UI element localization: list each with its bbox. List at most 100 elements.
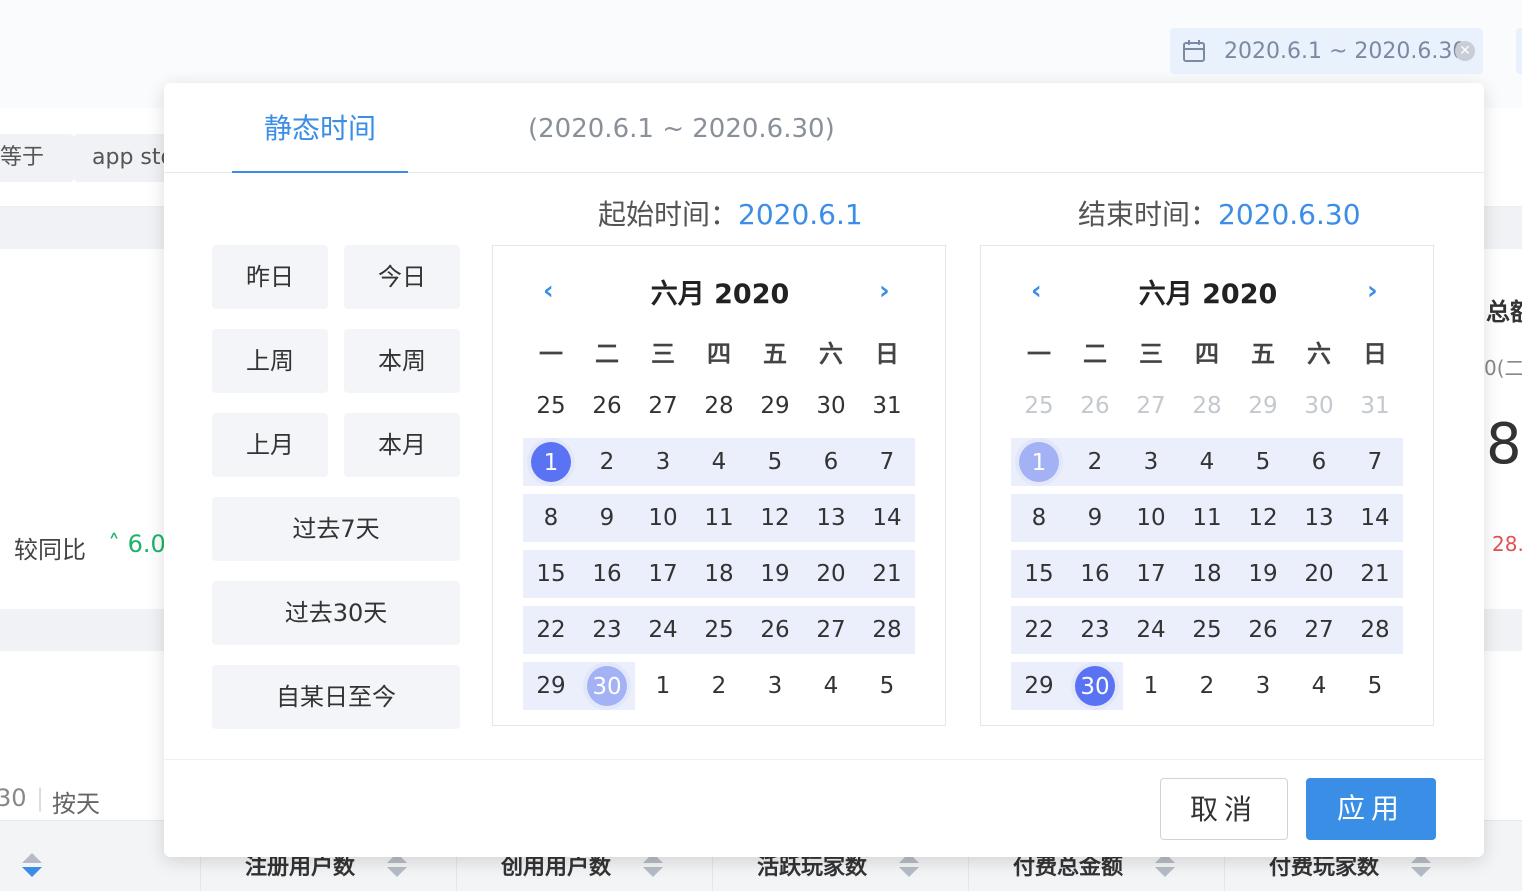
calendar-day[interactable]: 31 xyxy=(1347,382,1403,430)
calendar-day[interactable]: 30 xyxy=(1291,382,1347,430)
calendar-day[interactable]: 12 xyxy=(1235,494,1291,542)
calendar-day[interactable]: 29 xyxy=(1011,662,1067,710)
calendar-day[interactable]: 14 xyxy=(1347,494,1403,542)
calendar-day[interactable]: 7 xyxy=(1347,438,1403,486)
calendar-day[interactable]: 30 xyxy=(1067,662,1123,710)
calendar-day[interactable]: 2 xyxy=(1067,438,1123,486)
calendar-day[interactable]: 20 xyxy=(803,550,859,598)
quick-last-month[interactable]: 上月 xyxy=(212,413,328,477)
calendar-day[interactable]: 6 xyxy=(803,438,859,486)
calendar-day[interactable]: 10 xyxy=(635,494,691,542)
calendar-day[interactable]: 4 xyxy=(1291,662,1347,710)
calendar-day[interactable]: 26 xyxy=(747,606,803,654)
calendar-day[interactable]: 28 xyxy=(1347,606,1403,654)
calendar-day[interactable]: 9 xyxy=(1067,494,1123,542)
calendar-day[interactable]: 19 xyxy=(747,550,803,598)
calendar-day[interactable]: 10 xyxy=(1123,494,1179,542)
calendar-day[interactable]: 3 xyxy=(747,662,803,710)
calendar-day[interactable]: 30 xyxy=(803,382,859,430)
filter-operator[interactable]: 等于 xyxy=(0,134,74,182)
calendar-day[interactable]: 17 xyxy=(635,550,691,598)
calendar-day[interactable]: 25 xyxy=(1179,606,1235,654)
cancel-button[interactable]: 取消 xyxy=(1160,778,1288,840)
calendar-day[interactable]: 26 xyxy=(1067,382,1123,430)
chevron-left-icon[interactable]: ‹ xyxy=(543,276,554,306)
calendar-day[interactable]: 27 xyxy=(1291,606,1347,654)
calendar-day[interactable]: 20 xyxy=(1291,550,1347,598)
calendar-day[interactable]: 14 xyxy=(859,494,915,542)
calendar-day[interactable]: 1 xyxy=(1123,662,1179,710)
calendar-day[interactable]: 15 xyxy=(1011,550,1067,598)
calendar-day[interactable]: 2 xyxy=(691,662,747,710)
quick-today[interactable]: 今日 xyxy=(344,245,460,309)
calendar-day[interactable]: 28 xyxy=(859,606,915,654)
calendar-day[interactable]: 3 xyxy=(1123,438,1179,486)
chevron-left-icon[interactable]: ‹ xyxy=(1031,276,1042,306)
calendar-day[interactable]: 26 xyxy=(579,382,635,430)
calendar-day[interactable]: 24 xyxy=(1123,606,1179,654)
calendar-day[interactable]: 1 xyxy=(635,662,691,710)
quick-past-30-days[interactable]: 过去30天 xyxy=(212,581,460,645)
tab-selected-range[interactable]: (2020.6.1 ~ 2020.6.30) xyxy=(528,83,835,171)
calendar-day[interactable]: 16 xyxy=(579,550,635,598)
side-control[interactable] xyxy=(1516,28,1522,74)
calendar-day[interactable]: 25 xyxy=(523,382,579,430)
calendar-day[interactable]: 3 xyxy=(635,438,691,486)
calendar-day[interactable]: 13 xyxy=(803,494,859,542)
calendar-day[interactable]: 29 xyxy=(523,662,579,710)
calendar-day[interactable]: 5 xyxy=(747,438,803,486)
calendar-day[interactable]: 7 xyxy=(859,438,915,486)
quick-since-date[interactable]: 自某日至今 xyxy=(212,665,460,729)
calendar-day[interactable]: 18 xyxy=(1179,550,1235,598)
calendar-day[interactable]: 3 xyxy=(1235,662,1291,710)
calendar-day[interactable]: 27 xyxy=(1123,382,1179,430)
calendar-day[interactable]: 29 xyxy=(1235,382,1291,430)
calendar-day[interactable]: 9 xyxy=(579,494,635,542)
calendar-day[interactable]: 2 xyxy=(579,438,635,486)
calendar-day[interactable]: 1 xyxy=(523,438,579,486)
calendar-day[interactable]: 28 xyxy=(1179,382,1235,430)
calendar-day[interactable]: 8 xyxy=(1011,494,1067,542)
quick-last-week[interactable]: 上周 xyxy=(212,329,328,393)
close-circle-icon[interactable]: ✕ xyxy=(1455,41,1475,61)
calendar-day[interactable]: 12 xyxy=(747,494,803,542)
calendar-day[interactable]: 22 xyxy=(1011,606,1067,654)
calendar-day[interactable]: 5 xyxy=(859,662,915,710)
calendar-day[interactable]: 13 xyxy=(1291,494,1347,542)
calendar-day[interactable]: 23 xyxy=(579,606,635,654)
calendar-day[interactable]: 8 xyxy=(523,494,579,542)
calendar-day[interactable]: 5 xyxy=(1235,438,1291,486)
calendar-day[interactable]: 5 xyxy=(1347,662,1403,710)
quick-this-week[interactable]: 本周 xyxy=(344,329,460,393)
chevron-right-icon[interactable]: › xyxy=(879,276,890,306)
calendar-day[interactable]: 24 xyxy=(635,606,691,654)
calendar-day[interactable]: 2 xyxy=(1179,662,1235,710)
calendar-day[interactable]: 25 xyxy=(1011,382,1067,430)
sort-icon[interactable] xyxy=(22,853,42,877)
tab-static-time[interactable]: 静态时间 xyxy=(232,83,408,173)
granularity-by-day[interactable]: 按天 xyxy=(52,784,100,819)
chevron-right-icon[interactable]: › xyxy=(1367,276,1378,306)
calendar-day[interactable]: 25 xyxy=(691,606,747,654)
quick-this-month[interactable]: 本月 xyxy=(344,413,460,477)
calendar-day[interactable]: 11 xyxy=(1179,494,1235,542)
quick-yesterday[interactable]: 昨日 xyxy=(212,245,328,309)
calendar-day[interactable]: 1 xyxy=(1011,438,1067,486)
calendar-day[interactable]: 31 xyxy=(859,382,915,430)
calendar-day[interactable]: 6 xyxy=(1291,438,1347,486)
calendar-day[interactable]: 4 xyxy=(803,662,859,710)
calendar-day[interactable]: 15 xyxy=(523,550,579,598)
calendar-day[interactable]: 21 xyxy=(859,550,915,598)
calendar-day[interactable]: 17 xyxy=(1123,550,1179,598)
calendar-day[interactable]: 29 xyxy=(747,382,803,430)
calendar-day[interactable]: 11 xyxy=(691,494,747,542)
calendar-day[interactable]: 26 xyxy=(1235,606,1291,654)
calendar-day[interactable]: 30 xyxy=(579,662,635,710)
calendar-day[interactable]: 18 xyxy=(691,550,747,598)
calendar-day[interactable]: 21 xyxy=(1347,550,1403,598)
calendar-day[interactable]: 27 xyxy=(803,606,859,654)
calendar-day[interactable]: 4 xyxy=(691,438,747,486)
date-range-picker[interactable]: 2020.6.1 ~ 2020.6.30 ✕ xyxy=(1170,28,1483,74)
calendar-day[interactable]: 4 xyxy=(1179,438,1235,486)
calendar-day[interactable]: 28 xyxy=(691,382,747,430)
